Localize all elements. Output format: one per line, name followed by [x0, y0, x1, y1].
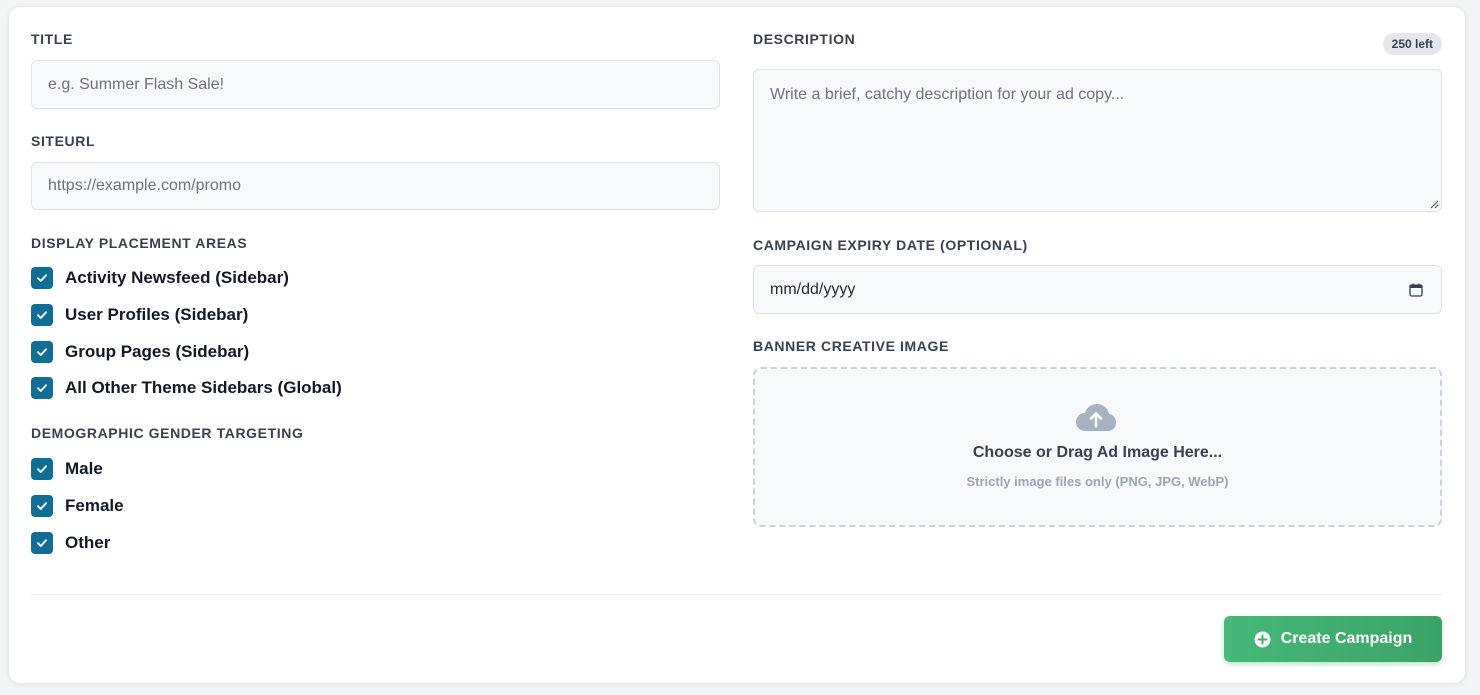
- checkmark-icon: [37, 384, 47, 392]
- description-placeholder: Write a brief, catchy description for yo…: [770, 86, 1125, 103]
- plus-circle-icon: [1254, 631, 1271, 647]
- description-textarea[interactable]: Write a brief, catchy description for yo…: [753, 69, 1442, 212]
- checkmark-icon: [37, 274, 47, 282]
- title-input[interactable]: e.g. Summer Flash Sale!: [31, 60, 720, 109]
- checkmark-icon: [37, 465, 47, 473]
- placement-option-groups[interactable]: Group Pages (Sidebar): [31, 340, 249, 364]
- gender-label: DEMOGRAPHIC GENDER TARGETING: [31, 425, 304, 441]
- dropzone-hint: Strictly image files only (PNG, JPG, Web…: [966, 474, 1229, 489]
- resize-handle-icon[interactable]: [1429, 199, 1439, 209]
- expiry-date-placeholder: mm/dd/yyyy: [770, 280, 856, 298]
- checkmark-icon: [37, 311, 47, 319]
- gender-option-label: Male: [65, 459, 103, 478]
- placement-option-label: Group Pages (Sidebar): [65, 342, 250, 361]
- gender-option-male[interactable]: Male: [31, 457, 103, 481]
- calendar-icon[interactable]: [1409, 283, 1423, 297]
- placement-option-label: Activity Newsfeed (Sidebar): [65, 268, 289, 287]
- siteurl-input[interactable]: https://example.com/promo: [31, 162, 720, 210]
- create-campaign-button[interactable]: Create Campaign: [1224, 616, 1442, 662]
- expiry-label: CAMPAIGN EXPIRY DATE (OPTIONAL): [753, 237, 1028, 253]
- footer-divider: [31, 594, 1442, 595]
- gender-option-label: Female: [65, 496, 124, 515]
- checkmark-icon: [37, 502, 47, 510]
- gender-option-other[interactable]: Other: [31, 531, 110, 555]
- checkbox[interactable]: [31, 458, 53, 480]
- char-counter-badge: 250 left: [1382, 33, 1442, 55]
- banner-dropzone[interactable]: Choose or Drag Ad Image Here... Strictly…: [753, 367, 1442, 527]
- checkbox[interactable]: [31, 377, 53, 399]
- cloud-upload-icon: [1076, 404, 1116, 431]
- checkbox[interactable]: [31, 267, 53, 289]
- checkmark-icon: [37, 539, 47, 547]
- dropzone-title: Choose or Drag Ad Image Here...: [972, 444, 1223, 461]
- checkbox[interactable]: [31, 495, 53, 517]
- expiry-date-input[interactable]: mm/dd/yyyy: [753, 265, 1442, 314]
- placement-option-profiles[interactable]: User Profiles (Sidebar): [31, 303, 248, 327]
- checkbox[interactable]: [31, 341, 53, 363]
- gender-option-label: Other: [65, 533, 111, 552]
- checkbox[interactable]: [31, 532, 53, 554]
- title-label: TITLE: [31, 31, 73, 47]
- placement-label: DISPLAY PLACEMENT AREAS: [31, 235, 248, 251]
- placement-option-label: User Profiles (Sidebar): [65, 305, 249, 324]
- placement-option-global[interactable]: All Other Theme Sidebars (Global): [31, 376, 342, 400]
- checkbox[interactable]: [31, 304, 53, 326]
- siteurl-placeholder: https://example.com/promo: [48, 177, 241, 194]
- siteurl-label: SITEURL: [31, 133, 96, 149]
- placement-option-newsfeed[interactable]: Activity Newsfeed (Sidebar): [31, 266, 289, 290]
- checkmark-icon: [37, 348, 47, 356]
- create-campaign-label: Create Campaign: [1280, 630, 1413, 647]
- title-placeholder: e.g. Summer Flash Sale!: [48, 75, 225, 93]
- placement-option-label: All Other Theme Sidebars (Global): [65, 378, 342, 397]
- banner-label: BANNER CREATIVE IMAGE: [753, 338, 949, 354]
- gender-option-female[interactable]: Female: [31, 494, 124, 518]
- description-label: DESCRIPTION: [753, 31, 856, 47]
